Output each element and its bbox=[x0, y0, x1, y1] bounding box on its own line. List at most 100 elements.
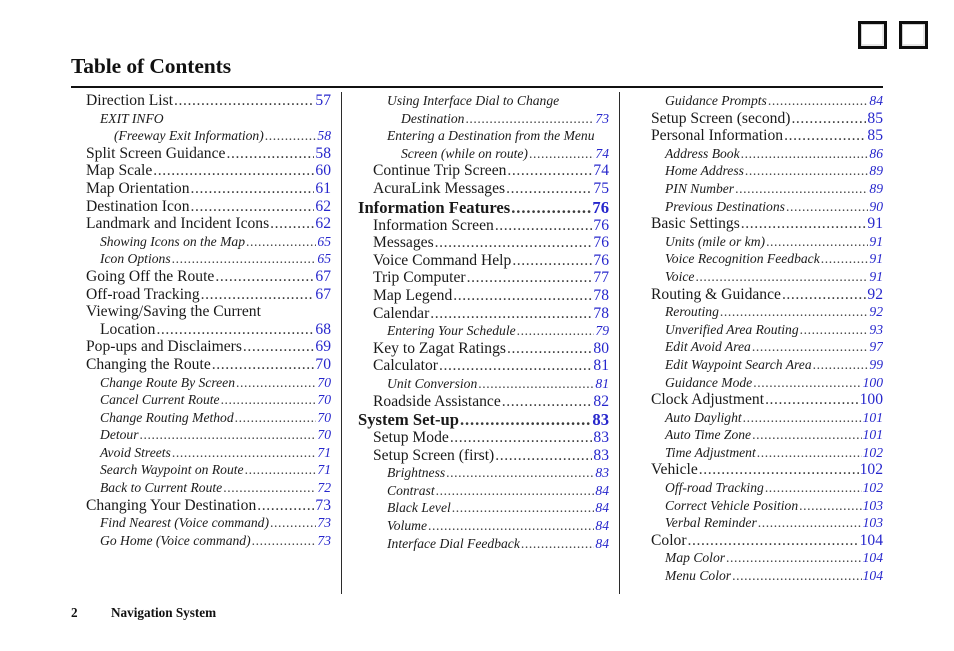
toc-entry[interactable]: System Set-up...........................… bbox=[358, 410, 609, 429]
toc-entry[interactable]: Calendar ...............................… bbox=[358, 305, 609, 323]
toc-entry[interactable]: Units (mile or km) .....................… bbox=[636, 233, 883, 251]
toc-entry[interactable]: Color ..................................… bbox=[636, 532, 883, 550]
toc-entry[interactable]: Icon Options ...........................… bbox=[71, 250, 331, 268]
toc-leader-dots: ........................................… bbox=[698, 461, 859, 479]
toc-entry-page-number: 84 bbox=[595, 482, 609, 498]
toc-entry[interactable]: Off-road Tracking ......................… bbox=[636, 479, 883, 497]
toc-entry[interactable]: Change Routing Method...................… bbox=[71, 409, 331, 427]
toc-entry[interactable]: Changing the Route .....................… bbox=[71, 356, 331, 374]
toc-entry[interactable]: Map Color ..............................… bbox=[636, 549, 883, 567]
toc-entry[interactable]: Avoid Streets...........................… bbox=[71, 444, 331, 462]
toc-entry[interactable]: Auto Time Zone .........................… bbox=[636, 426, 883, 444]
toc-leader-dots: ........................................… bbox=[242, 338, 314, 356]
toc-entry[interactable]: Split Screen Guidance ..................… bbox=[71, 145, 331, 163]
toc-entry[interactable]: Correct Vehicle Position................… bbox=[636, 497, 883, 515]
toc-entry[interactable]: Using Interface Dial to Change..........… bbox=[358, 92, 609, 110]
toc-leader-dots: ........................................… bbox=[446, 465, 595, 481]
toc-entry[interactable]: Voice ..................................… bbox=[636, 268, 883, 286]
toc-entry-label: Calendar bbox=[373, 304, 430, 322]
toc-entry[interactable]: Personal Information ...................… bbox=[636, 127, 883, 145]
toc-entry[interactable]: Landmark and Incident Icons ............… bbox=[71, 215, 331, 233]
toc-entry[interactable]: Setup Screen (first) ...................… bbox=[358, 447, 609, 465]
toc-entry[interactable]: Setup Screen (second)...................… bbox=[636, 110, 883, 128]
toc-entry[interactable]: Trip Computer ..........................… bbox=[358, 269, 609, 287]
toc-entry[interactable]: Verbal Reminder ........................… bbox=[636, 514, 883, 532]
toc-entry[interactable]: Brightness .............................… bbox=[358, 464, 609, 482]
toc-entry[interactable]: (Freeway Exit Information)..............… bbox=[71, 127, 331, 145]
toc-entry[interactable]: Basic Settings .........................… bbox=[636, 215, 883, 233]
toc-entry[interactable]: Routing & Guidance .....................… bbox=[636, 286, 883, 304]
toc-entry-label: Entering Your Schedule bbox=[387, 323, 516, 339]
toc-entry[interactable]: Menu Color .............................… bbox=[636, 567, 883, 585]
toc-entry[interactable]: Change Route By Screen .................… bbox=[71, 374, 331, 392]
toc-entry[interactable]: Detour..................................… bbox=[71, 426, 331, 444]
toc-entry[interactable]: Cancel Current Route....................… bbox=[71, 391, 331, 409]
toc-entry[interactable]: AcuraLink Messages .....................… bbox=[358, 180, 609, 198]
toc-entry[interactable]: Going Off the Route ....................… bbox=[71, 268, 331, 286]
toc-entry-label: Map Legend bbox=[373, 286, 453, 304]
toc-entry[interactable]: Calculator..............................… bbox=[358, 357, 609, 375]
toc-entry[interactable]: Interface Dial Feedback ................… bbox=[358, 535, 609, 553]
toc-entry[interactable]: Clock Adjustment .......................… bbox=[636, 391, 883, 409]
toc-entry[interactable]: Pop-ups and Disclaimers ................… bbox=[71, 338, 331, 356]
toc-entry[interactable]: PIN Number .............................… bbox=[636, 180, 883, 198]
footer-book-title: Navigation System bbox=[111, 605, 217, 620]
toc-entry[interactable]: Previous Destinations...................… bbox=[636, 198, 883, 216]
toc-entry-label: Unverified Area Routing bbox=[665, 321, 799, 337]
toc-entry[interactable]: Auto Daylight ..........................… bbox=[636, 409, 883, 427]
toc-entry[interactable]: Destination ............................… bbox=[358, 110, 609, 128]
toc-entry[interactable]: EXIT INFO...............................… bbox=[71, 110, 331, 128]
toc-entry[interactable]: Continue Trip Screen....................… bbox=[358, 162, 609, 180]
toc-entry[interactable]: Voice Command Help .....................… bbox=[358, 252, 609, 270]
toc-entry-label: Edit Avoid Area bbox=[665, 339, 751, 355]
toc-entry[interactable]: Entering a Destination from the Menu....… bbox=[358, 127, 609, 145]
toc-entry[interactable]: Go Home (Voice command) ................… bbox=[71, 532, 331, 550]
toc-entry[interactable]: Volume .................................… bbox=[358, 517, 609, 535]
toc-entry[interactable]: Roadside Assistance ....................… bbox=[358, 393, 609, 411]
toc-entry[interactable]: Changing Your Destination...............… bbox=[71, 497, 331, 515]
toc-leader-dots: ........................................… bbox=[270, 215, 314, 233]
toc-entry[interactable]: Entering Your Schedule .................… bbox=[358, 322, 609, 340]
toc-entry[interactable]: Map Orientation ........................… bbox=[71, 180, 331, 198]
toc-entry[interactable]: Map Scale ..............................… bbox=[71, 162, 331, 180]
toc-entry-page-number: 103 bbox=[862, 497, 883, 513]
toc-entry[interactable]: Vehicle.................................… bbox=[636, 461, 883, 479]
toc-entry[interactable]: Direction List..........................… bbox=[71, 92, 331, 110]
toc-entry-label: Off-road Tracking bbox=[665, 480, 764, 496]
toc-entry[interactable]: Find Nearest (Voice command)............… bbox=[71, 514, 331, 532]
toc-entry[interactable]: Guidance Prompts .......................… bbox=[636, 92, 883, 110]
toc-entry-page-number: 91 bbox=[867, 215, 883, 233]
toc-leader-dots: ........................................… bbox=[171, 444, 317, 460]
toc-entry[interactable]: Edit Waypoint Search Area ..............… bbox=[636, 356, 883, 374]
toc-entry[interactable]: Unverified Area Routing ................… bbox=[636, 321, 883, 339]
toc-entry[interactable]: Search Waypoint on Route ...............… bbox=[71, 461, 331, 479]
toc-entry[interactable]: Viewing/Saving the Current..............… bbox=[71, 303, 331, 321]
toc-entry[interactable]: Map Legend..............................… bbox=[358, 287, 609, 305]
toc-entry[interactable]: Unit Conversion.........................… bbox=[358, 375, 609, 393]
toc-entry[interactable]: Off-road Tracking.......................… bbox=[71, 286, 331, 304]
toc-entry-label: Brightness bbox=[387, 465, 446, 481]
toc-entry-label: Changing the Route bbox=[86, 355, 211, 373]
toc-entry[interactable]: Voice Recognition Feedback .............… bbox=[636, 250, 883, 268]
toc-entry[interactable]: Screen (while on route) ................… bbox=[358, 145, 609, 163]
toc-entry-label: Detour bbox=[100, 427, 139, 443]
toc-entry[interactable]: Black Level ............................… bbox=[358, 499, 609, 517]
toc-entry[interactable]: Edit Avoid Area.........................… bbox=[636, 338, 883, 356]
toc-entry-label: Destination bbox=[401, 110, 465, 126]
toc-entry[interactable]: Messages................................… bbox=[358, 234, 609, 252]
toc-entry[interactable]: Guidance Mode ..........................… bbox=[636, 374, 883, 392]
toc-entry[interactable]: Location................................… bbox=[71, 321, 331, 339]
toc-entry[interactable]: Setup Mode .............................… bbox=[358, 429, 609, 447]
toc-entry[interactable]: Destination Icon .......................… bbox=[71, 198, 331, 216]
toc-entry[interactable]: Back to Current Route ..................… bbox=[71, 479, 331, 497]
toc-entry[interactable]: Time Adjustment ........................… bbox=[636, 444, 883, 462]
toc-leader-dots: ........................................… bbox=[820, 251, 869, 267]
toc-entry[interactable]: Contrast ...............................… bbox=[358, 482, 609, 500]
toc-entry[interactable]: Information Screen .....................… bbox=[358, 217, 609, 235]
toc-entry[interactable]: Showing Icons on the Map ...............… bbox=[71, 233, 331, 251]
toc-entry[interactable]: Address Book ...........................… bbox=[636, 145, 883, 163]
toc-entry[interactable]: Key to Zagat Ratings ...................… bbox=[358, 340, 609, 358]
toc-entry[interactable]: Home Address ...........................… bbox=[636, 162, 883, 180]
toc-entry[interactable]: Rerouting ..............................… bbox=[636, 303, 883, 321]
toc-entry[interactable]: Information Features ...................… bbox=[358, 198, 609, 217]
